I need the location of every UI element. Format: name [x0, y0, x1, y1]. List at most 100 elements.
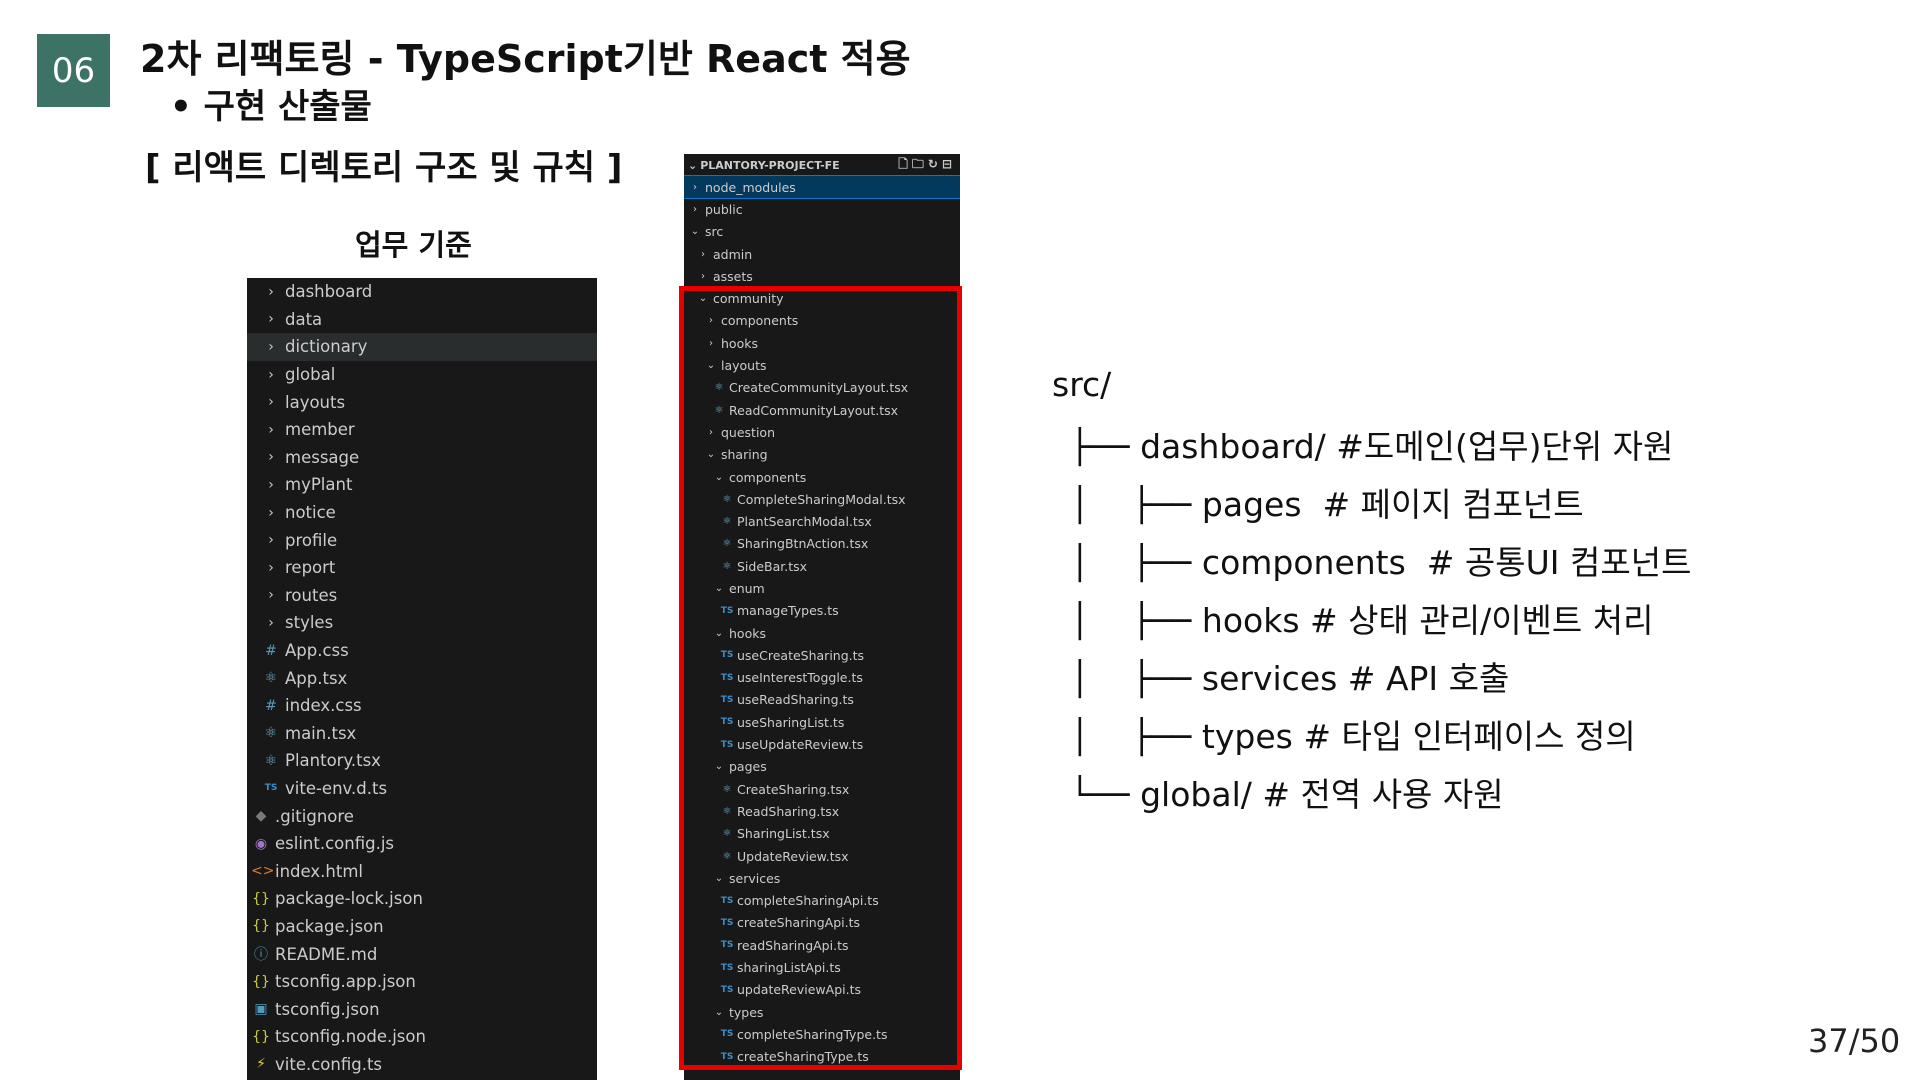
left-tree-caption: 업무 기준 [355, 228, 472, 262]
folder-item[interactable]: › routes [247, 582, 597, 610]
file-item[interactable]: {} tsconfig.node.json [247, 1023, 597, 1051]
file-item[interactable]: {} package-lock.json [247, 885, 597, 913]
item-label: myPlant [285, 475, 353, 495]
structure-line: │ ├── hooks # 상태 관리/이벤트 처리 [1070, 601, 1654, 640]
item-label: package.json [275, 916, 384, 936]
css-icon: # [265, 697, 277, 714]
community-highlight-box [679, 286, 962, 1070]
refresh-icon[interactable]: ↻ [928, 157, 942, 171]
folder-item[interactable]: › global [247, 361, 597, 389]
chevron-right-icon: › [268, 283, 274, 300]
folder-item[interactable]: › assets [684, 265, 960, 287]
file-item[interactable]: ◉ eslint.config.js [247, 830, 597, 858]
item-label: profile [285, 530, 338, 550]
chevron-right-icon: › [268, 532, 274, 549]
item-label: src [705, 224, 724, 240]
item-label: index.html [275, 861, 363, 881]
chevron-right-icon: › [268, 394, 274, 411]
item-label: report [285, 558, 336, 578]
item-label: routes [285, 585, 338, 605]
eslint-icon: ◉ [254, 835, 268, 852]
file-item[interactable]: ⚛ main.tsx [247, 720, 597, 748]
item-label: tsconfig.app.json [275, 972, 416, 992]
structure-line: src/ [1052, 365, 1112, 404]
item-label: index.css [285, 696, 362, 716]
file-item[interactable]: <> index.html [247, 857, 597, 885]
git-icon: ◆ [255, 808, 267, 825]
folder-item[interactable]: › dictionary [247, 333, 597, 361]
explorer-header: ⌄ PLANTORY-PROJECT-FE 🗋🗀↻⊟ [684, 154, 960, 176]
json-icon: {} [252, 918, 270, 935]
folder-item[interactable]: › admin [684, 243, 960, 265]
file-item[interactable]: {} tsconfig.app.json [247, 968, 597, 996]
structure-line: │ ├── pages # 페이지 컴포넌트 [1070, 485, 1584, 524]
folder-item[interactable]: › data [247, 306, 597, 334]
tsconfig-icon: ▣ [254, 1001, 268, 1018]
file-item[interactable]: ⚛ Plantory.tsx [247, 747, 597, 775]
info-icon: ⓘ [254, 947, 268, 964]
ts-icon: TS [264, 783, 278, 794]
item-label: node_modules [705, 179, 796, 195]
item-label: vite-env.d.ts [285, 778, 388, 798]
folder-item[interactable]: ⌄ src [684, 221, 960, 243]
folder-item[interactable]: › member [247, 416, 597, 444]
react-icon: ⚛ [264, 752, 278, 769]
item-label: admin [713, 246, 753, 262]
collapse-all-icon[interactable]: ⊟ [942, 157, 956, 171]
folder-item[interactable]: › myPlant [247, 471, 597, 499]
item-label: tsconfig.json [275, 999, 380, 1019]
chevron-right-icon: › [268, 476, 274, 493]
folder-item[interactable]: › profile [247, 526, 597, 554]
file-item[interactable]: # App.css [247, 637, 597, 665]
json-icon: {} [252, 973, 270, 990]
item-label: App.css [285, 641, 349, 661]
file-item[interactable]: {} package.json [247, 913, 597, 941]
file-item[interactable]: # index.css [247, 692, 597, 720]
chevron-right-icon: › [268, 311, 274, 328]
item-label: tsconfig.node.json [275, 1027, 426, 1047]
file-item[interactable]: ⚛ App.tsx [247, 664, 597, 692]
chevron-right-icon: › [268, 366, 274, 383]
folder-item[interactable]: › notice [247, 499, 597, 527]
chevron-right-icon: › [693, 203, 697, 215]
folder-item[interactable]: › dashboard [247, 278, 597, 306]
folder-item[interactable]: › layouts [247, 388, 597, 416]
folder-item[interactable]: › message [247, 444, 597, 472]
item-label: notice [285, 503, 336, 523]
file-item[interactable]: ◆ .gitignore [247, 802, 597, 830]
project-title: PLANTORY-PROJECT-FE [700, 158, 840, 172]
item-label: data [285, 309, 323, 329]
folder-item[interactable]: › report [247, 554, 597, 582]
structure-line: ├── dashboard/ #도메인(업무)단위 자원 [1070, 427, 1674, 466]
structure-line: └── global/ # 전역 사용 자원 [1070, 775, 1504, 814]
file-item[interactable]: ▣ tsconfig.json [247, 995, 597, 1023]
json-icon: {} [252, 890, 270, 907]
structure-line: │ ├── services # API 호출 [1070, 659, 1510, 698]
chevron-right-icon: › [268, 587, 274, 604]
vite-icon: ⚡ [256, 1056, 266, 1073]
chevron-right-icon: › [701, 270, 705, 282]
new-folder-icon[interactable]: 🗀 [912, 157, 928, 171]
html-icon: <> [251, 863, 275, 880]
json-icon: {} [252, 1028, 270, 1045]
new-file-icon[interactable]: 🗋 [898, 157, 912, 171]
item-label: package-lock.json [275, 889, 423, 909]
item-label: Plantory.tsx [285, 751, 381, 771]
chevron-down-icon[interactable]: ⌄ [688, 159, 697, 172]
file-item[interactable]: ⚡ vite.config.ts [247, 1051, 597, 1079]
file-item[interactable]: TS vite-env.d.ts [247, 775, 597, 803]
item-label: dictionary [285, 337, 368, 357]
chevron-right-icon: › [268, 614, 274, 631]
item-label: App.tsx [285, 668, 348, 688]
folder-item[interactable]: › public [684, 198, 960, 220]
section-heading: [ 리액트 디렉토리 구조 및 규칙 ] [145, 148, 623, 188]
item-label: layouts [285, 392, 346, 412]
item-label: vite.config.ts [275, 1054, 383, 1074]
chevron-right-icon: › [268, 559, 274, 576]
folder-item[interactable]: › styles [247, 609, 597, 637]
structure-line: │ ├── components # 공통UI 컴포넌트 [1070, 543, 1692, 582]
folder-item[interactable]: › node_modules [684, 174, 960, 200]
file-item[interactable]: ⓘ README.md [247, 940, 597, 968]
react-icon: ⚛ [264, 670, 278, 687]
chevron-right-icon: › [268, 504, 274, 521]
